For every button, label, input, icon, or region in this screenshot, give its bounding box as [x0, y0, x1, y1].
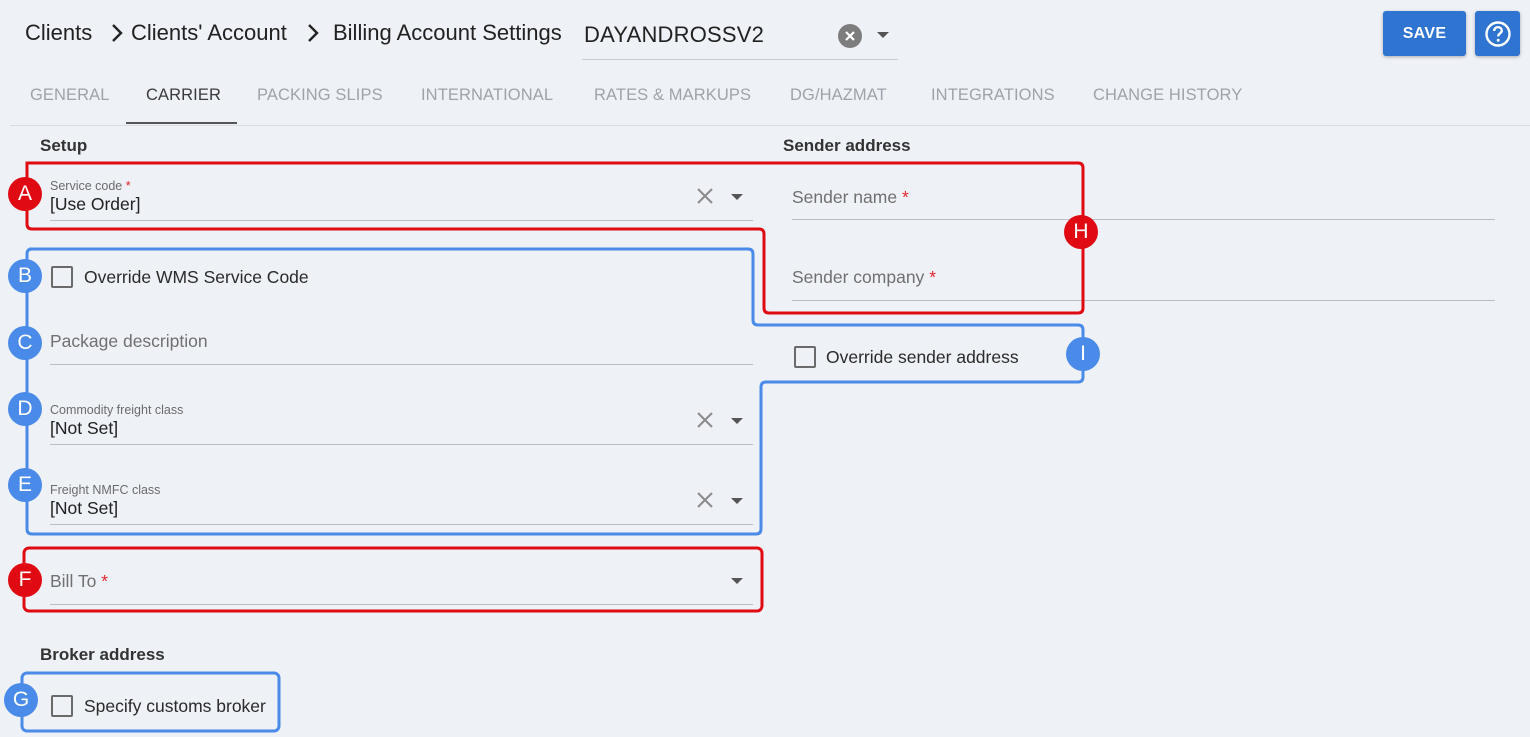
broker-section-title: Broker address	[40, 645, 165, 664]
help-button[interactable]	[1475, 11, 1520, 56]
help-icon	[1484, 20, 1511, 47]
bill-to-select[interactable]: Bill To *	[50, 560, 753, 605]
chevron-right-icon	[112, 24, 123, 42]
active-tab-indicator	[126, 122, 237, 124]
commodity-freight-class-label: Commodity freight class	[50, 403, 184, 417]
service-code-label: Service code *	[50, 179, 131, 193]
clear-icon[interactable]	[695, 490, 715, 510]
package-description-input[interactable]: Package description	[50, 322, 753, 365]
save-button[interactable]: SAVE	[1383, 11, 1466, 56]
package-description-placeholder: Package description	[50, 331, 208, 351]
sender-name-placeholder: Sender name *	[792, 187, 909, 207]
dropdown-caret-icon[interactable]	[731, 498, 743, 504]
annotation-marker-a: A	[8, 177, 42, 211]
sender-name-input[interactable]: Sender name *	[792, 176, 1495, 220]
bill-to-placeholder: Bill To *	[50, 571, 109, 591]
freight-nmfc-class-value: [Not Set]	[50, 498, 119, 518]
dropdown-caret-icon[interactable]	[731, 418, 743, 424]
override-wms-label: Override WMS Service Code	[84, 267, 309, 287]
specify-customs-broker-checkbox[interactable]	[51, 695, 73, 717]
dropdown-caret-icon[interactable]	[731, 194, 743, 200]
specify-customs-broker-label: Specify customs broker	[84, 696, 266, 716]
tab-international[interactable]: INTERNATIONAL	[421, 86, 553, 105]
clear-circle-icon[interactable]	[838, 24, 862, 48]
chevron-right-icon	[308, 24, 319, 42]
sender-company-input[interactable]: Sender company *	[792, 256, 1495, 301]
freight-nmfc-class-label: Freight NMFC class	[50, 483, 161, 497]
clear-icon[interactable]	[695, 186, 715, 206]
dropdown-caret-icon[interactable]	[731, 578, 743, 584]
breadcrumb-clients-account[interactable]: Clients' Account	[131, 20, 287, 46]
annotation-marker-f: F	[8, 563, 42, 597]
override-sender-address-label: Override sender address	[826, 347, 1019, 367]
tab-change-history[interactable]: CHANGE HISTORY	[1093, 86, 1242, 105]
sender-section-title: Sender address	[783, 136, 911, 155]
override-sender-address-checkbox[interactable]	[794, 346, 816, 368]
annotation-marker-c: C	[8, 326, 42, 360]
annotation-marker-g: G	[4, 683, 38, 717]
dropdown-caret-icon[interactable]	[877, 32, 889, 38]
breadcrumb-billing-account-settings: Billing Account Settings	[333, 20, 562, 45]
annotation-marker-d: D	[8, 392, 42, 426]
tabs-divider	[10, 125, 1530, 126]
service-code-value: [Use Order]	[50, 194, 141, 214]
tab-carrier[interactable]: CARRIER	[146, 86, 221, 105]
account-select[interactable]: DAYANDROSSV2	[582, 10, 898, 60]
annotation-marker-e: E	[8, 468, 42, 502]
annotation-marker-h: H	[1064, 215, 1098, 249]
annotation-marker-b: B	[8, 259, 42, 293]
account-select-value: DAYANDROSSV2	[584, 22, 765, 47]
service-code-select[interactable]: Service code * [Use Order]	[50, 172, 753, 221]
commodity-freight-class-select[interactable]: Commodity freight class [Not Set]	[50, 396, 753, 445]
tab-integrations[interactable]: INTEGRATIONS	[931, 86, 1055, 105]
tab-general[interactable]: GENERAL	[30, 86, 110, 105]
annotation-marker-i: I	[1066, 337, 1100, 371]
clear-icon[interactable]	[695, 410, 715, 430]
sender-company-placeholder: Sender company *	[792, 267, 936, 287]
setup-section-title: Setup	[40, 136, 88, 155]
tab-dg-hazmat[interactable]: DG/HAZMAT	[790, 86, 887, 105]
breadcrumb-clients[interactable]: Clients	[25, 20, 92, 46]
override-wms-checkbox[interactable]	[51, 266, 73, 288]
tab-packing-slips[interactable]: PACKING SLIPS	[257, 86, 383, 105]
commodity-freight-class-value: [Not Set]	[50, 418, 119, 438]
freight-nmfc-class-select[interactable]: Freight NMFC class [Not Set]	[50, 476, 753, 525]
annotation-overlay	[20, 161, 1085, 733]
tab-rates-markups[interactable]: RATES & MARKUPS	[594, 86, 751, 105]
